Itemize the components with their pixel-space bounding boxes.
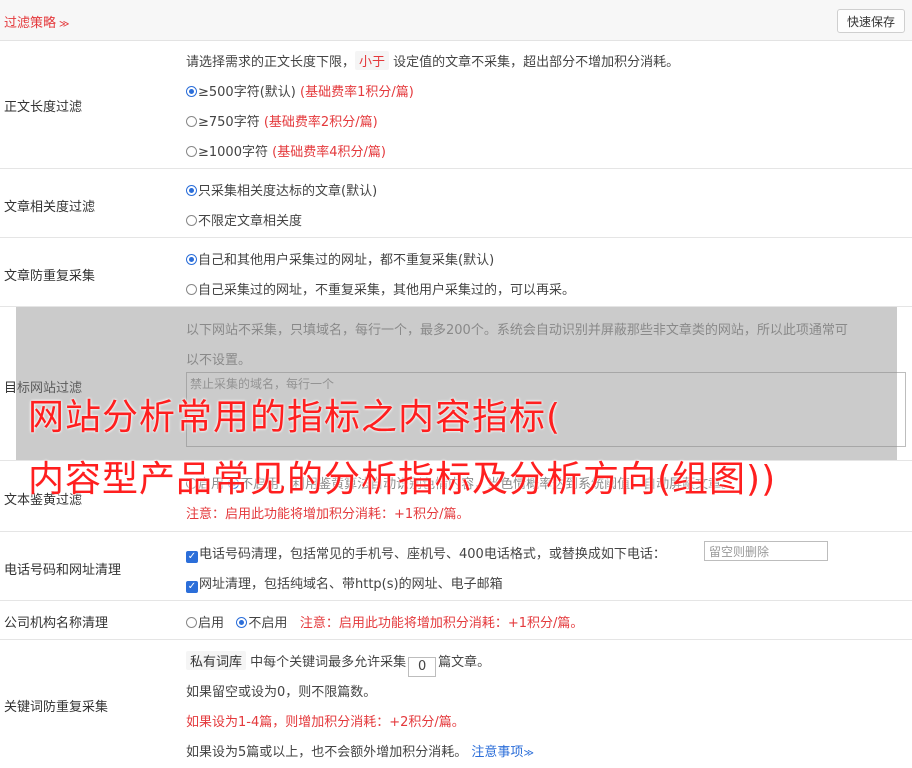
option-label: ≥750字符: [198, 115, 260, 130]
notes-link[interactable]: 注意事项≫: [471, 745, 533, 760]
row-label: 文章相关度过滤: [4, 200, 96, 215]
row-relevance: 文章相关度过滤 只采集相关度达标的文章(默认) 不限定文章相关度: [0, 169, 912, 238]
radio-icon[interactable]: [186, 617, 197, 628]
checkbox-checked-icon[interactable]: ✓: [186, 551, 198, 563]
option-label: 自己采集过的网址，不重复采集，其他用户采集过的，可以再采。: [198, 283, 576, 298]
porn-note: 注意：启用此功能将增加积分消耗：+1积分/篇。: [186, 507, 470, 522]
row-phone-clean: 电话号码和网址清理 ✓ 电话号码清理，包括常见的手机号、座机号、400电话格式，或…: [0, 532, 912, 601]
option-note: (基础费率1积分/篇): [300, 85, 414, 100]
line-text: 篇文章。: [438, 655, 491, 670]
company-option-off[interactable]: 不启用: [236, 616, 287, 631]
row-label: 正文长度过滤: [4, 100, 83, 115]
desc-text: 设定值的文章不采集，超出部分不增加积分消耗。: [393, 55, 680, 70]
option-label: 自己和其他用户采集过的网址，都不重复采集(默认): [198, 253, 495, 268]
quick-save-button[interactable]: 快速保存: [837, 9, 905, 33]
option-label: ≥1000字符: [198, 145, 268, 160]
company-options: 启用 不启用 注意：启用此功能将增加积分消耗：+1积分/篇。: [186, 612, 583, 631]
section-toggle[interactable]: 过滤策略 ≫: [4, 12, 69, 31]
row-label: 电话号码和网址清理: [4, 563, 122, 578]
dedupe-option-all[interactable]: 自己和其他用户采集过的网址，都不重复采集(默认): [186, 249, 494, 268]
checkbox-checked-icon[interactable]: ✓: [186, 581, 198, 593]
option-label: 电话号码清理，包括常见的手机号、座机号、400电话格式，或替换成如下电话：: [199, 547, 666, 562]
radio-icon[interactable]: [186, 215, 197, 226]
keyword-line3: 如果设为1-4篇，则增加积分消耗：+2积分/篇。: [186, 715, 465, 730]
length-option-1000[interactable]: ≥1000字符 (基础费率4积分/篇): [186, 141, 386, 160]
row-company-clean: 公司机构名称清理 启用 不启用 注意：启用此功能将增加积分消耗：+1积分/篇。: [0, 601, 912, 640]
link-label: 注意事项: [471, 745, 524, 760]
radio-icon[interactable]: [186, 254, 197, 265]
company-option-on[interactable]: 启用: [186, 616, 224, 631]
keyword-line2: 如果留空或设为0，则不限篇数。: [186, 685, 377, 700]
radio-icon[interactable]: [186, 185, 197, 196]
dedupe-option-self[interactable]: 自己采集过的网址，不重复采集，其他用户采集过的，可以再采。: [186, 279, 575, 298]
row-label: 关键词防重复采集: [4, 700, 109, 715]
line-text: 中每个关键词最多允许采集: [250, 655, 407, 670]
section-title: 过滤策略: [4, 16, 57, 31]
length-option-750[interactable]: ≥750字符 (基础费率2积分/篇): [186, 111, 378, 130]
length-option-500[interactable]: ≥500字符(默认) (基础费率1积分/篇): [186, 81, 414, 100]
watermark-title-line1: 网站分析常用的指标之内容指标(: [28, 397, 562, 438]
url-clean-option[interactable]: ✓ 网址清理，包括纯域名、带http(s)的网址、电子邮箱: [186, 573, 503, 593]
keyword-line1: 私有词库 中每个关键词最多允许采集 0 篇文章。: [186, 651, 490, 677]
row-label: 文章防重复采集: [4, 269, 96, 284]
watermark-title-line2: 内容型产品常见的分析指标及分析方向(组图)): [28, 459, 777, 500]
desc-text: 请选择需求的正文长度下限，: [186, 55, 356, 70]
option-label: 启用: [198, 616, 225, 631]
length-desc: 请选择需求的正文长度下限， 小于 设定值的文章不采集，超出部分不增加积分消耗。: [186, 51, 679, 70]
replacement-phone-input[interactable]: 留空则删除: [704, 541, 828, 561]
option-label: ≥500字符(默认): [198, 85, 296, 100]
row-label: 公司机构名称清理: [4, 616, 109, 631]
row-length-filter: 正文长度过滤 请选择需求的正文长度下限， 小于 设定值的文章不采集，超出部分不增加…: [0, 41, 912, 169]
company-note: 注意：启用此功能将增加积分消耗：+1积分/篇。: [299, 616, 584, 631]
input-placeholder: 留空则删除: [709, 545, 770, 559]
row-keyword-dedupe: 关键词防重复采集 私有词库 中每个关键词最多允许采集 0 篇文章。 如果留空或设为0…: [0, 640, 912, 768]
filter-strategy-header: 过滤策略 ≫ 快速保存: [0, 0, 912, 41]
line-text: 如果设为5篇或以上，也不会额外增加积分消耗。: [186, 745, 468, 760]
option-note: (基础费率2积分/篇): [263, 115, 378, 130]
option-label: 不限定文章相关度: [198, 214, 303, 229]
less-than-tag: 小于: [355, 51, 390, 70]
relevance-option-strict[interactable]: 只采集相关度达标的文章(默认): [186, 180, 377, 199]
option-label: 网址清理，包括纯域名、带http(s)的网址、电子邮箱: [199, 577, 503, 592]
phone-clean-option[interactable]: ✓ 电话号码清理，包括常见的手机号、座机号、400电话格式，或替换成如下电话：: [186, 543, 666, 563]
max-articles-input[interactable]: 0: [408, 657, 437, 677]
private-lexicon-tag[interactable]: 私有词库: [186, 651, 247, 670]
radio-icon[interactable]: [186, 284, 197, 295]
chevron-down-icon: ≫: [59, 19, 70, 30]
keyword-line4: 如果设为5篇或以上，也不会额外增加积分消耗。 注意事项≫: [186, 741, 534, 760]
relevance-option-any[interactable]: 不限定文章相关度: [186, 210, 302, 229]
chevron-down-icon: ≫: [523, 748, 534, 759]
radio-icon[interactable]: [186, 146, 197, 157]
radio-icon[interactable]: [236, 617, 248, 628]
radio-icon[interactable]: [186, 116, 197, 127]
option-label: 只采集相关度达标的文章(默认): [198, 184, 378, 199]
radio-icon[interactable]: [186, 86, 197, 97]
row-dedupe: 文章防重复采集 自己和其他用户采集过的网址，都不重复采集(默认) 自己采集过的网…: [0, 238, 912, 307]
option-note: (基础费率4积分/篇): [272, 145, 386, 160]
option-label: 不启用: [248, 616, 288, 631]
